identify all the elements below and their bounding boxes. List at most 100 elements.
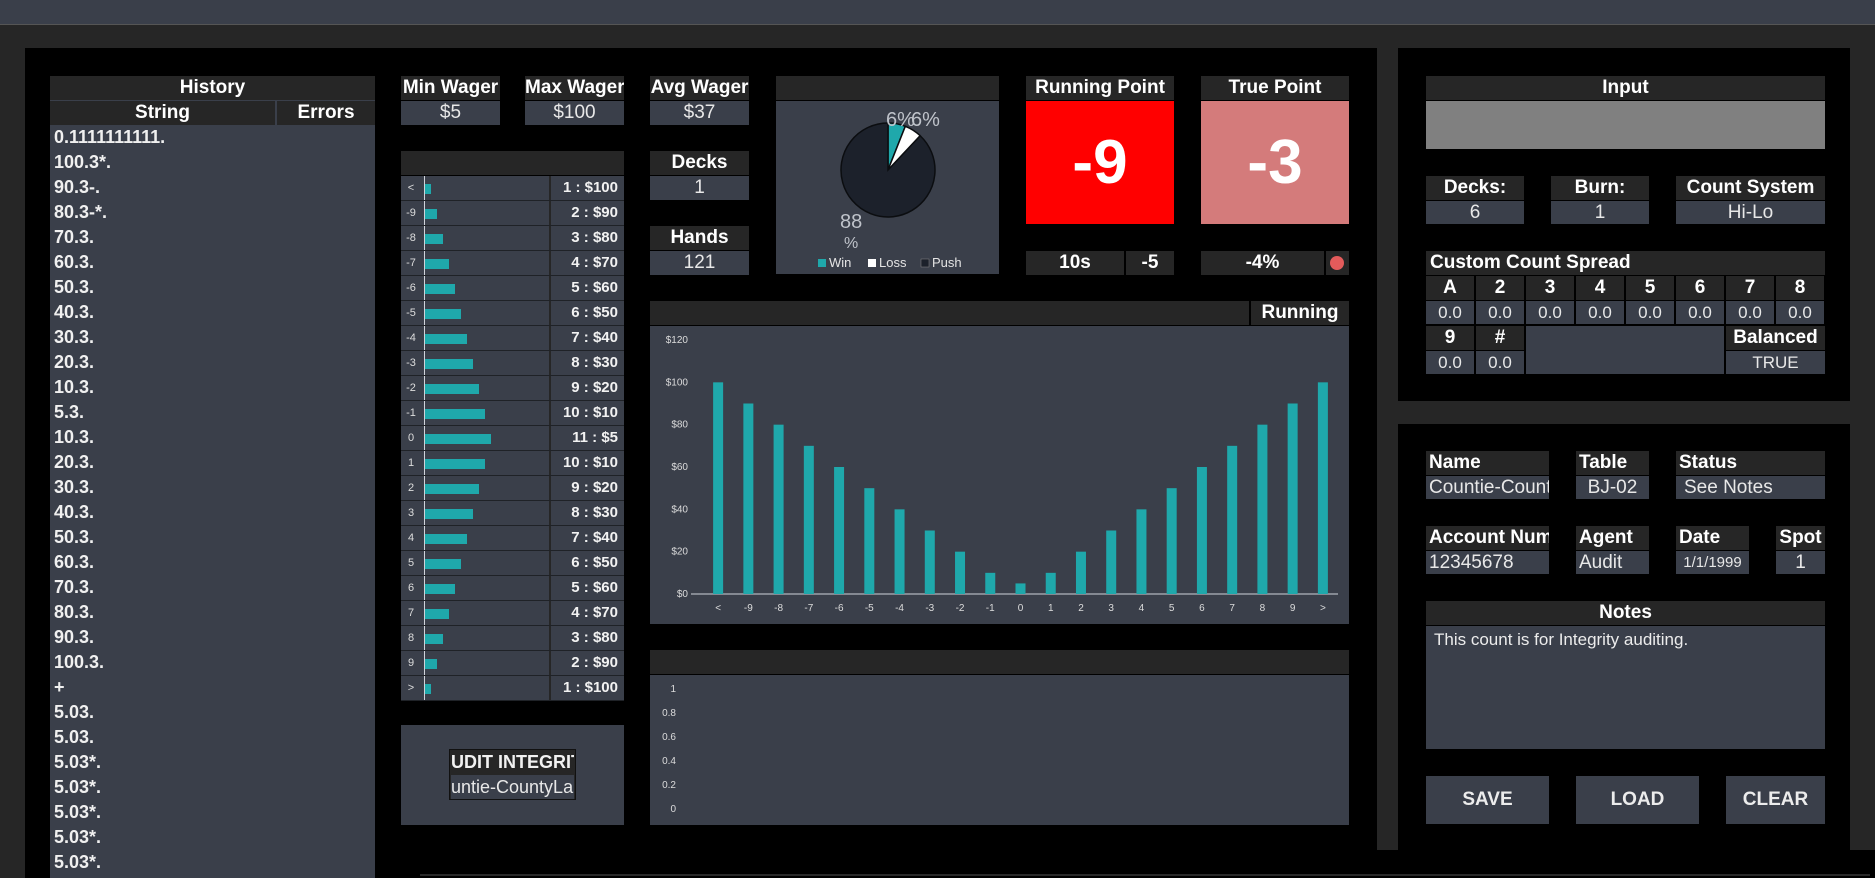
bet-ladder-units: 9 [571,479,580,496]
burn-value[interactable]: 1 [1551,201,1649,224]
history-item[interactable]: 30.3. [54,325,94,350]
history-item[interactable]: 5.03. [54,725,94,750]
count-card-value[interactable]: 0.0 [1476,301,1524,324]
input-field[interactable] [1426,101,1825,149]
audit-line2: untie-CountyLa [451,775,574,799]
bar [955,551,966,594]
history-item[interactable]: 80.3-*. [54,200,107,225]
table-value[interactable]: BJ-02 [1576,476,1649,499]
history-item[interactable]: 30.3. [54,475,94,500]
spot-value[interactable]: 1 [1776,551,1825,574]
hands-value: 121 [650,251,749,275]
history-item[interactable]: 5.3. [54,400,84,425]
history-item[interactable]: 50.3. [54,275,94,300]
running-chart-label: Running [1251,301,1349,325]
bet-ladder-bet: $40 [592,329,618,346]
legend-loss-swatch [868,259,876,267]
bet-ladder-count: -6 [406,282,416,294]
bet-ladder-count: 5 [407,557,415,569]
x-tick-label: -2 [956,603,965,614]
history-item[interactable]: 90.3. [54,625,94,650]
load-button[interactable]: LOAD [1576,776,1699,824]
account-value[interactable]: 12345678 [1426,551,1549,574]
bet-ladder-units: 11 [572,429,588,446]
save-button[interactable]: SAVE [1426,776,1549,824]
trend-y-tick: 0 [670,804,676,815]
bar [834,467,845,594]
history-item[interactable]: 70.3. [54,575,94,600]
history-item[interactable]: 5.03*. [54,775,101,800]
history-item[interactable]: 5.03*. [54,750,101,775]
count-card-value[interactable]: 0.0 [1776,301,1824,324]
bar [803,445,814,594]
bet-ladder-sep: : [579,254,593,271]
minus5-stat: -5 [1126,251,1174,275]
bet-ladder-bet: $60 [592,279,618,296]
date-value[interactable]: 1/1/1999 [1676,551,1749,574]
history-item[interactable]: 10.3. [54,425,94,450]
bet-ladder-sep: : [571,179,585,196]
x-tick-label: -5 [865,603,874,614]
x-tick-label: -7 [804,603,813,614]
decks-value: 1 [650,176,749,200]
notes-label: Notes [1426,601,1825,625]
bet-ladder-count: 8 [407,632,415,644]
count-system-value[interactable]: Hi-Lo [1676,201,1825,224]
count-card-value[interactable]: 0.0 [1476,351,1524,374]
history-item[interactable]: 10.3. [54,375,94,400]
name-value[interactable]: Countie-Count [1426,476,1549,499]
history-item[interactable]: 100.3. [54,650,104,675]
agent-value[interactable]: Audit [1576,551,1649,574]
history-item[interactable]: 50.3. [54,525,94,550]
trend-y-tick: 0.2 [662,780,676,791]
count-card-value[interactable]: 0.0 [1626,301,1674,324]
count-card-value[interactable]: 0.0 [1426,351,1474,374]
history-item[interactable]: 5.03. [54,700,94,725]
count-card-value[interactable]: 0.0 [1676,301,1724,324]
bet-ladder-count: -3 [406,357,416,369]
count-card-label: 7 [1726,276,1774,300]
bet-ladder-bar [425,509,473,519]
bet-ladder-units: 7 [571,329,580,346]
bet-ladder-sep: : [579,204,593,221]
decks-input-value[interactable]: 6 [1426,201,1524,224]
history-item[interactable]: 0.1111111111. [54,125,165,150]
bet-ladder-units: 4 [571,254,580,271]
history-item[interactable]: 5.03*. [54,850,101,875]
history-item[interactable]: 80.3. [54,600,94,625]
bet-ladder-value: 2 : $90 [571,651,618,675]
bar [1106,530,1117,594]
count-card-value[interactable]: 0.0 [1426,301,1474,324]
bet-ladder-row: -7 4 : $70 [401,251,624,276]
history-item[interactable]: + [54,675,65,700]
history-item[interactable]: 20.3. [54,350,94,375]
notes-value[interactable]: This count is for Integrity auditing. [1426,626,1825,749]
pie-header [776,76,999,100]
bet-ladder-sep: : [579,629,593,646]
count-card-value[interactable]: 0.0 [1726,301,1774,324]
history-item[interactable]: 5.03*. [54,800,101,825]
count-card-value[interactable]: 0.0 [1576,301,1624,324]
history-item[interactable]: 40.3. [54,300,94,325]
history-item[interactable]: 20.3. [54,450,94,475]
history-col-errors: Errors [277,101,375,125]
clear-button[interactable]: CLEAR [1726,776,1825,824]
balanced-value[interactable]: TRUE [1726,351,1825,374]
balanced-label: Balanced [1726,326,1825,350]
bar [1227,445,1238,594]
trend-y-tick: 0.8 [662,708,676,719]
bet-ladder-sep: : [579,579,593,596]
status-value[interactable]: See Notes [1676,476,1825,499]
history-item[interactable]: 90.3-. [54,175,100,200]
history-item[interactable]: 100.3*. [54,150,111,175]
history-item[interactable]: 5.03*. [54,825,101,850]
bet-ladder-units: 2 [571,204,580,221]
count-card-value[interactable]: 0.0 [1526,301,1574,324]
history-item[interactable]: 60.3. [54,250,94,275]
x-tick-label: 6 [1199,603,1205,614]
history-item[interactable]: 70.3. [54,225,94,250]
history-item[interactable]: 40.3. [54,500,94,525]
trend-chart: 0 0.2 0.4 0.6 0.8 1 [662,684,676,815]
history-item[interactable]: 60.3. [54,550,94,575]
bet-ladder-units: 6 [571,554,580,571]
